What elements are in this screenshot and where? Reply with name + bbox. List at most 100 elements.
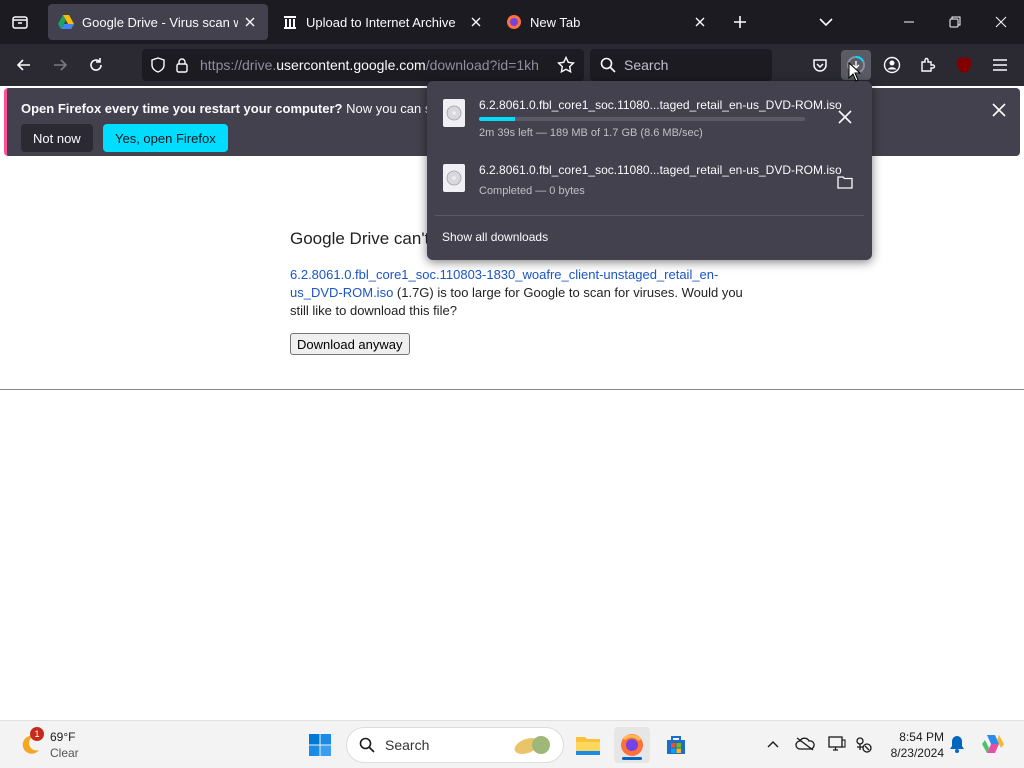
google-drive-icon — [58, 14, 74, 30]
ublock-shield-icon — [957, 57, 971, 73]
network-tray-icon[interactable] — [852, 733, 874, 755]
copilot-button[interactable] — [980, 731, 1006, 757]
download-progress-bar — [479, 117, 805, 121]
forward-button[interactable] — [45, 50, 75, 80]
cancel-download-button[interactable] — [831, 103, 859, 131]
download-progress-fill — [479, 117, 515, 121]
download-status: Completed — 0 bytes — [479, 185, 585, 197]
taskbar-search-label: Search — [385, 737, 430, 753]
notification-message: Open Firefox every time you restart your… — [21, 101, 431, 116]
bookmark-star-icon[interactable] — [554, 53, 578, 77]
weather-temperature: 69°F — [50, 730, 76, 744]
mouse-cursor-icon — [848, 62, 862, 82]
arrow-left-icon — [16, 59, 30, 71]
restore-button[interactable] — [932, 0, 978, 44]
address-bar[interactable]: https://drive.usercontent.google.com/dow… — [142, 49, 584, 81]
list-all-tabs-button[interactable] — [814, 10, 838, 34]
monitor-icon — [828, 736, 846, 751]
hamburger-menu-icon — [993, 59, 1007, 71]
notification-close-button[interactable] — [987, 98, 1011, 122]
virus-scan-message: 6.2.8061.0.fbl_core1_soc.110803-1830_woa… — [290, 266, 750, 320]
notifications-button[interactable] — [946, 733, 968, 755]
show-hidden-icons-button[interactable] — [762, 733, 784, 755]
back-button[interactable] — [9, 50, 39, 80]
download-filename: 6.2.8061.0.fbl_core1_soc.11080...taged_r… — [479, 98, 842, 112]
chevron-up-icon — [767, 741, 779, 748]
downloads-panel: 6.2.8061.0.fbl_core1_soc.11080...taged_r… — [427, 81, 872, 260]
tab-close-icon[interactable] — [692, 14, 708, 30]
search-icon — [359, 737, 375, 753]
search-placeholder: Search — [624, 57, 669, 73]
account-button[interactable] — [877, 50, 907, 80]
disc-icon — [446, 170, 462, 186]
close-icon — [995, 16, 1007, 28]
tab-close-icon[interactable] — [468, 14, 484, 30]
weather-condition: Clear — [50, 746, 79, 760]
system-clock[interactable]: 8:54 PM 8/23/2024 — [880, 729, 944, 761]
firefox-icon — [621, 734, 643, 756]
copilot-icon — [982, 735, 1004, 753]
file-explorer-button[interactable] — [570, 727, 606, 763]
shield-icon[interactable] — [146, 53, 170, 77]
windows-logo-icon — [309, 734, 331, 756]
tab-strip: Google Drive - Virus scan warning Upload… — [0, 0, 1024, 44]
download-anyway-button[interactable]: Download anyway — [290, 333, 410, 355]
page-divider — [0, 389, 1024, 390]
disc-icon — [446, 105, 462, 121]
plus-icon — [734, 16, 746, 28]
downloads-separator — [435, 215, 864, 216]
open-firefox-button[interactable]: Yes, open Firefox — [103, 124, 228, 152]
url-path: /download?id=1kh — [425, 57, 539, 73]
display-tray-icon[interactable] — [826, 733, 848, 755]
clock-date: 8/23/2024 — [890, 746, 944, 760]
download-item-completed[interactable]: 6.2.8061.0.fbl_core1_soc.11080...taged_r… — [435, 154, 865, 214]
download-item-in-progress[interactable]: 6.2.8061.0.fbl_core1_soc.11080...taged_r… — [435, 89, 865, 149]
arrow-right-icon — [54, 59, 68, 71]
network-disconnected-icon — [856, 737, 872, 753]
search-icon — [600, 57, 616, 73]
lock-icon[interactable] — [170, 53, 194, 77]
restore-icon — [949, 16, 961, 28]
folder-icon — [837, 176, 853, 189]
tab-new-tab[interactable]: New Tab — [496, 4, 718, 40]
not-now-button[interactable]: Not now — [21, 124, 93, 152]
archive-icon — [282, 14, 298, 30]
taskbar-search-box[interactable]: Search — [346, 727, 564, 763]
weather-widget[interactable]: 1 69°F Clear — [16, 727, 136, 763]
file-icon — [443, 164, 465, 192]
active-app-indicator — [622, 757, 642, 760]
download-filename: 6.2.8061.0.fbl_core1_soc.11080...taged_r… — [479, 163, 842, 177]
app-menu-button[interactable] — [985, 50, 1015, 80]
cloud-off-icon — [795, 737, 815, 751]
start-button[interactable] — [302, 727, 338, 763]
tab-title: New Tab — [530, 14, 581, 30]
firefox-taskbar-button[interactable] — [614, 727, 650, 763]
tab-internet-archive[interactable]: Upload to Internet Archive — [272, 4, 494, 40]
show-in-folder-button[interactable] — [831, 168, 859, 196]
bell-icon — [950, 736, 964, 753]
url-text[interactable]: https://drive.usercontent.google.com/dow… — [200, 57, 540, 73]
search-bar[interactable]: Search — [590, 49, 772, 81]
minimize-button[interactable] — [886, 0, 932, 44]
tab-close-icon[interactable] — [242, 14, 258, 30]
notification-question: Open Firefox every time you restart your… — [21, 101, 343, 116]
url-scheme: https://drive. — [200, 57, 277, 73]
close-window-button[interactable] — [978, 0, 1024, 44]
tab-google-drive[interactable]: Google Drive - Virus scan warning — [48, 4, 268, 40]
new-tab-button[interactable] — [728, 10, 752, 34]
ublock-origin-button[interactable] — [949, 50, 979, 80]
close-icon — [838, 110, 852, 124]
pocket-button[interactable] — [805, 50, 835, 80]
show-all-downloads-link[interactable]: Show all downloads — [442, 230, 548, 244]
puzzle-icon — [921, 57, 936, 72]
minimize-icon — [904, 21, 914, 23]
firefox-view-button[interactable] — [8, 10, 32, 34]
navigation-toolbar: https://drive.usercontent.google.com/dow… — [0, 44, 1024, 86]
reload-button[interactable] — [81, 50, 111, 80]
windows-taskbar: 1 69°F Clear Search 8:54 PM 8/23/2024 — [0, 720, 1024, 768]
account-icon — [883, 56, 901, 74]
onedrive-tray-icon[interactable] — [794, 733, 816, 755]
extensions-button[interactable] — [913, 50, 943, 80]
microsoft-store-button[interactable] — [658, 727, 694, 763]
file-icon — [443, 99, 465, 127]
